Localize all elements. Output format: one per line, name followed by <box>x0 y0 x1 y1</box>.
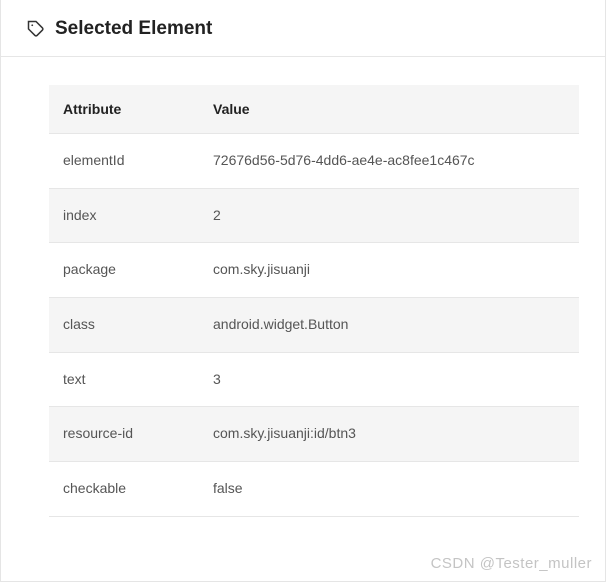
attributes-table-container: Attribute Value elementId 72676d56-5d76-… <box>1 57 605 517</box>
col-header-value: Value <box>199 85 579 134</box>
attr-value: 72676d56-5d76-4dd6-ae4e-ac8fee1c467c <box>199 134 579 189</box>
table-row: index 2 <box>49 188 579 243</box>
attr-name: resource-id <box>49 407 199 462</box>
attr-name: elementId <box>49 134 199 189</box>
attr-value: android.widget.Button <box>199 298 579 353</box>
attr-value: com.sky.jisuanji:id/btn3 <box>199 407 579 462</box>
table-row: checkable false <box>49 462 579 517</box>
attr-name: index <box>49 188 199 243</box>
attr-value: 3 <box>199 352 579 407</box>
attributes-table: Attribute Value elementId 72676d56-5d76-… <box>49 85 579 517</box>
table-row: elementId 72676d56-5d76-4dd6-ae4e-ac8fee… <box>49 134 579 189</box>
attr-name: class <box>49 298 199 353</box>
attr-value: 2 <box>199 188 579 243</box>
panel-title: Selected Element <box>55 18 212 40</box>
tag-icon <box>27 20 45 38</box>
table-row: class android.widget.Button <box>49 298 579 353</box>
attr-name: package <box>49 243 199 298</box>
attr-value: false <box>199 462 579 517</box>
attr-value: com.sky.jisuanji <box>199 243 579 298</box>
table-row: package com.sky.jisuanji <box>49 243 579 298</box>
attr-name: text <box>49 352 199 407</box>
panel-header: Selected Element <box>1 0 605 57</box>
selected-element-panel: Selected Element Attribute Value element… <box>0 0 606 582</box>
table-row: text 3 <box>49 352 579 407</box>
col-header-attribute: Attribute <box>49 85 199 134</box>
attr-name: checkable <box>49 462 199 517</box>
table-row: resource-id com.sky.jisuanji:id/btn3 <box>49 407 579 462</box>
table-header-row: Attribute Value <box>49 85 579 134</box>
